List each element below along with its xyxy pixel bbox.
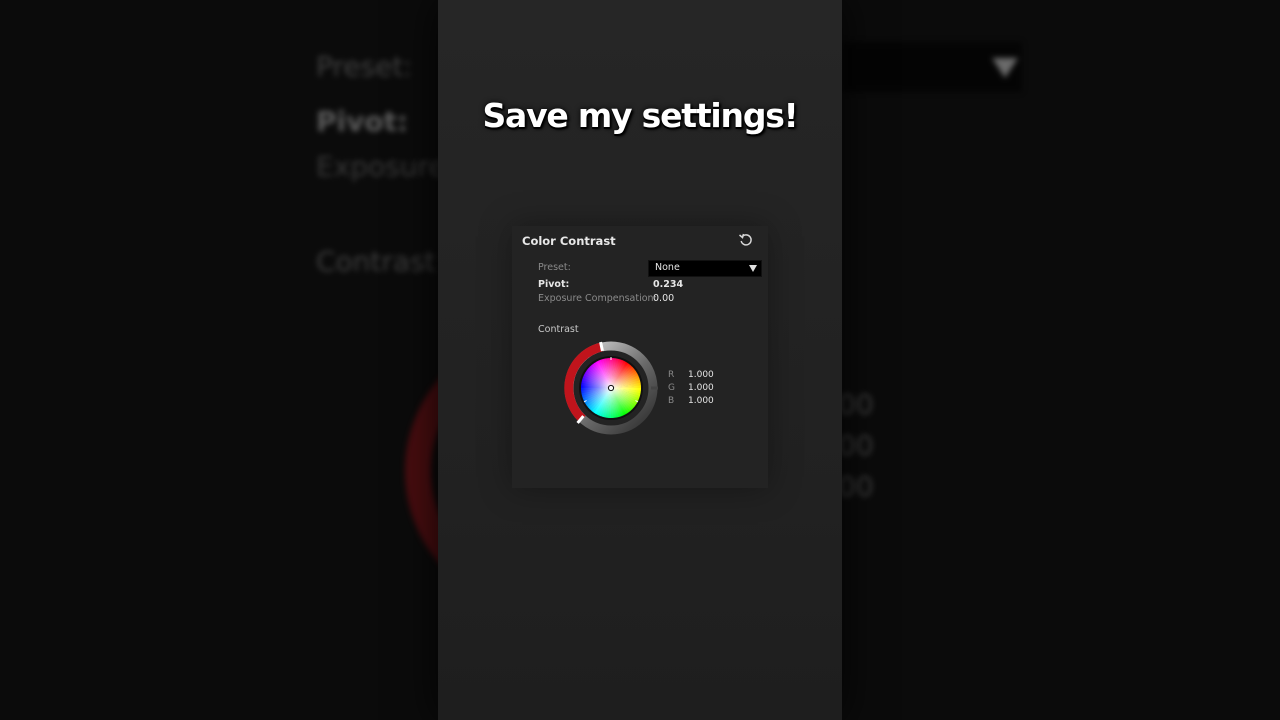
preset-dropdown-value: None: [655, 262, 680, 273]
screen: Preset: Pivot: Exposure Contrast 00 00 0…: [0, 0, 1280, 720]
caption-text: Save my settings!: [482, 96, 798, 135]
contrast-section-label: Contrast: [538, 324, 579, 335]
preset-label: Preset:: [538, 262, 571, 273]
red-value[interactable]: 1.000: [688, 370, 714, 380]
color-wheel[interactable]: [562, 339, 660, 437]
backdrop-pivot-label: Pivot:: [316, 105, 409, 138]
backdrop-dropdown-arrow: [992, 58, 1018, 78]
green-label: G: [668, 383, 675, 393]
pivot-value[interactable]: 0.234: [653, 279, 683, 290]
chevron-down-icon: [749, 265, 757, 272]
color-contrast-panel: Color Contrast Preset: None Pivot: 0.234…: [512, 226, 768, 488]
backdrop-value-3: 00: [838, 470, 874, 503]
exposure-compensation-value[interactable]: 0.00: [653, 293, 674, 304]
backdrop-preset-label: Preset:: [316, 50, 413, 83]
backdrop-value-1: 00: [838, 388, 874, 421]
blue-value[interactable]: 1.000: [688, 396, 714, 406]
blue-label: B: [668, 396, 675, 406]
green-value[interactable]: 1.000: [688, 383, 714, 393]
exposure-compensation-label: Exposure Compensation:: [538, 293, 657, 304]
red-label: R: [668, 370, 675, 380]
reset-icon[interactable]: [738, 232, 754, 248]
backdrop-value-2: 00: [838, 429, 874, 462]
pivot-label: Pivot:: [538, 279, 570, 290]
backdrop-exposure-label: Exposure: [316, 150, 446, 183]
panel-title: Color Contrast: [522, 234, 616, 248]
backdrop-contrast-label: Contrast: [316, 245, 436, 278]
preset-dropdown[interactable]: None: [648, 260, 762, 277]
